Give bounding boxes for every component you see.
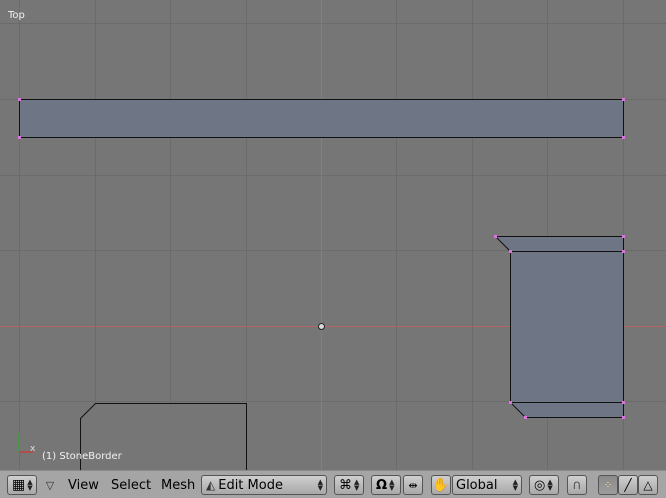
proportional-edit-selector[interactable]: ◎ ▲ ▼ bbox=[529, 475, 559, 495]
object-name-label: (1) StoneBorder bbox=[42, 451, 122, 462]
manipulator-toggle[interactable]: ⇹ bbox=[403, 475, 423, 495]
mesh-long-bar bbox=[19, 99, 624, 138]
axis-x-label: x bbox=[30, 444, 36, 454]
face-select-icon: △ bbox=[643, 478, 653, 492]
pivot-selector[interactable]: Ω ▲ ▼ bbox=[371, 475, 401, 495]
3d-cursor-center bbox=[318, 323, 325, 330]
menu-mesh[interactable]: Mesh bbox=[157, 475, 199, 495]
proportional-icon: ◎ bbox=[534, 477, 546, 493]
shading-sphere-icon: ⌘ bbox=[339, 477, 352, 493]
mode-label: Edit Mode bbox=[218, 477, 283, 493]
viewport-header: ▦ ▲ ▼ ▽ View Select Mesh ◭ Edit Mode ▲ ▼ ⌘… bbox=[0, 470, 666, 498]
3d-viewport[interactable]: Top x (1) StoneBorder bbox=[0, 0, 666, 470]
vertex-select-icon: ⁘ bbox=[603, 479, 613, 491]
magnet-icon: ∩ bbox=[572, 477, 582, 493]
orientation-selector[interactable]: Global ▲ ▼ bbox=[452, 475, 522, 495]
hand-toggle[interactable]: ✋ bbox=[431, 475, 451, 495]
mesh-right-block bbox=[494, 236, 624, 418]
edge-select-mode[interactable]: ╱ bbox=[618, 475, 638, 495]
vertex-select-mode[interactable]: ⁘ bbox=[598, 475, 618, 495]
hand-icon: ✋ bbox=[432, 477, 450, 493]
edge-select-icon: ╱ bbox=[624, 478, 632, 492]
draw-type-selector[interactable]: ⌘ ▲ ▼ bbox=[334, 475, 364, 495]
orientation-label: Global bbox=[456, 477, 498, 493]
collapse-menus-toggle[interactable]: ▽ bbox=[42, 475, 58, 495]
snap-toggle[interactable]: ∩ bbox=[567, 475, 587, 495]
menu-select[interactable]: Select bbox=[107, 475, 155, 495]
menu-view[interactable]: View bbox=[64, 475, 103, 495]
grid-editor-icon: ▦ bbox=[12, 477, 26, 493]
blender-window: Top x (1) StoneBorder ▦ ▲ ▼ ▽ View Select… bbox=[0, 0, 666, 498]
edit-mode-icon: ◭ bbox=[206, 478, 216, 492]
triangle-down-icon: ▽ bbox=[45, 478, 55, 492]
manipulator-icon: ⇹ bbox=[408, 478, 418, 492]
face-select-mode[interactable]: △ bbox=[638, 475, 658, 495]
pivot-icon: Ω bbox=[376, 477, 388, 493]
editor-type-selector[interactable]: ▦ ▲ ▼ bbox=[7, 475, 37, 495]
viewport-grid bbox=[0, 0, 666, 470]
view-name-label: Top bbox=[8, 10, 25, 21]
mode-selector[interactable]: ◭ Edit Mode ▲ ▼ bbox=[201, 475, 327, 495]
